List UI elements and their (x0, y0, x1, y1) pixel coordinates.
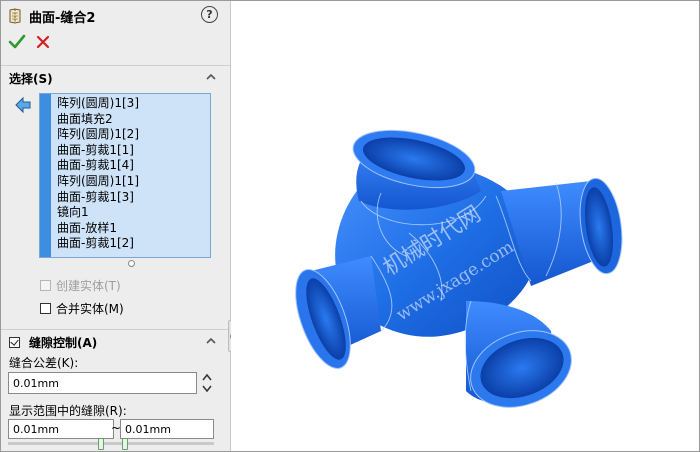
create-solid-checkbox-box[interactable] (40, 280, 51, 291)
create-solid-checkbox[interactable]: 创建实体(T) (40, 277, 121, 294)
list-item[interactable]: 曲面填充2 (57, 112, 139, 128)
chevron-up-icon[interactable] (206, 337, 216, 344)
gap-range-max-slider-thumb[interactable] (122, 438, 128, 450)
list-item[interactable]: 阵列(圆周)1[3] (57, 96, 139, 112)
property-manager-panel: 曲面-缝合2 ? 选择(S) 阵列(圆周)1[3] 曲面填充2 阵列(圆周)1[… (1, 1, 231, 451)
selected-surfaces-list[interactable]: 阵列(圆周)1[3] 曲面填充2 阵列(圆周)1[2] 曲面-剪裁1[1] 曲面… (39, 93, 211, 258)
list-item[interactable]: 曲面-放样1 (57, 221, 139, 237)
list-item[interactable]: 阵列(圆周)1[1] (57, 174, 139, 190)
graphics-area[interactable]: 机械时代网 www.jxage.com (231, 1, 699, 451)
chevron-up-icon[interactable] (206, 73, 216, 80)
knit-surface-icon (9, 8, 21, 24)
gap-control-checkbox[interactable]: 缝隙控制(A) (9, 334, 97, 351)
gap-control-label: 缝隙控制(A) (29, 336, 98, 350)
help-button[interactable]: ? (201, 6, 218, 23)
spin-arrows-icon[interactable] (201, 372, 213, 394)
list-resize-handle[interactable] (128, 260, 135, 267)
list-item[interactable]: 曲面-剪裁1[4] (57, 158, 139, 174)
list-item[interactable]: 曲面-剪裁1[3] (57, 190, 139, 206)
selected-surfaces-items: 阵列(圆周)1[3] 曲面填充2 阵列(圆周)1[2] 曲面-剪裁1[1] 曲面… (57, 96, 139, 252)
feature-title-row: 曲面-缝合2 (7, 6, 95, 26)
merge-entities-checkbox[interactable]: 合并实体(M) (40, 300, 124, 317)
list-item[interactable]: 镜向1 (57, 205, 139, 221)
selections-header-label: 选择(S) (9, 72, 53, 86)
selections-header[interactable]: 选择(S) (1, 65, 230, 88)
create-solid-label: 创建实体(T) (56, 279, 121, 293)
gap-range-max-input[interactable] (120, 419, 214, 439)
gap-control-header[interactable]: 缝隙控制(A) (1, 329, 230, 352)
cross-fitting-model[interactable]: 机械时代网 www.jxage.com (231, 1, 699, 451)
face-selection-icon (15, 96, 31, 114)
list-focus-bar (40, 94, 51, 257)
gap-range-label: 显示范围中的缝隙(R): (9, 404, 127, 418)
knit-tolerance-label: 缝合公差(K): (9, 356, 79, 370)
list-item[interactable]: 曲面-剪裁1[2] (57, 236, 139, 252)
gap-range-slider-track[interactable] (8, 442, 214, 445)
cancel-x-icon[interactable] (35, 34, 51, 50)
ok-checkmark-icon[interactable] (8, 33, 26, 51)
gap-control-checkbox-box[interactable] (9, 337, 20, 348)
merge-entities-checkbox-box[interactable] (40, 303, 51, 314)
list-item[interactable]: 阵列(圆周)1[2] (57, 127, 139, 143)
merge-entities-label: 合并实体(M) (56, 302, 124, 316)
gap-range-min-slider-thumb[interactable] (98, 438, 104, 450)
gap-range-min-input[interactable] (8, 419, 114, 439)
feature-title: 曲面-缝合2 (29, 10, 96, 26)
list-item[interactable]: 曲面-剪裁1[1] (57, 143, 139, 159)
knit-tolerance-input[interactable] (8, 372, 197, 394)
